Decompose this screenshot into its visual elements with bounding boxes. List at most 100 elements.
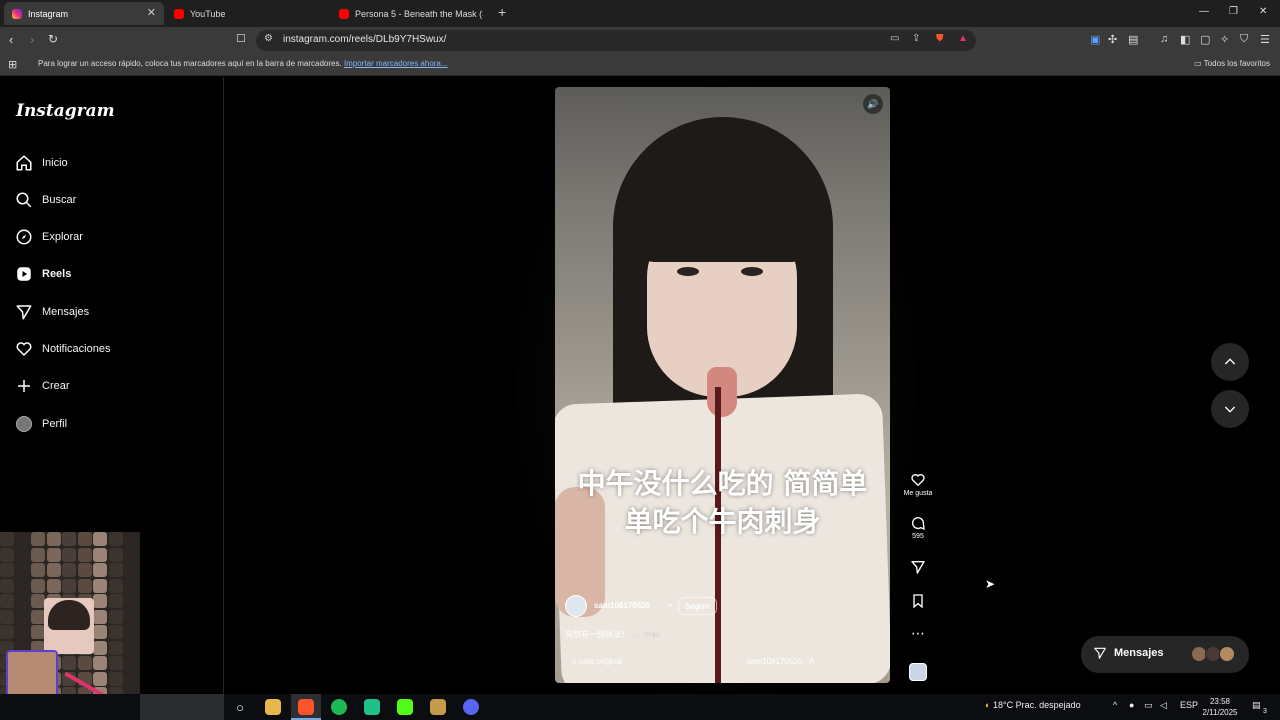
taskbar-search[interactable] [140,694,224,720]
nav-item-buscar[interactable]: Buscar [14,188,76,212]
mosaic-tile [46,547,61,562]
nav-label: Inicio [42,157,68,169]
site-settings-icon[interactable]: ⚙ [264,33,273,44]
reel-description: 突然有一個想法！ ... más [565,629,660,640]
bookmark-icon[interactable]: ☐ [236,32,246,45]
close-window-icon[interactable]: ✕ [1259,6,1267,17]
file-explorer-icon[interactable] [265,699,281,715]
league-icon[interactable] [430,699,446,715]
clock[interactable]: 23:58 2/11/2025 [1200,696,1240,718]
audio-thumbnail[interactable] [909,663,927,681]
minimize-icon[interactable]: — [1199,6,1209,17]
audio-owner: sam108170520 · A [747,657,815,666]
media-icon[interactable]: ♫ [1160,33,1168,45]
kick-icon[interactable] [397,699,413,715]
mouse-cursor-icon: ➤ [985,577,996,591]
reel-video[interactable]: 中午没什么吃的 简简单 单吃个牛肉刺身 🔊 sam108170520 • Seg… [555,87,890,683]
cortana-icon[interactable]: ○ [232,699,248,715]
cast-icon[interactable]: ▭ [890,33,899,44]
nav-item-mensajes[interactable]: Mensajes [14,300,89,324]
import-bookmarks-link[interactable]: Importar marcadores ahora... [344,59,448,68]
mosaic-tile [77,563,92,577]
instagram-logo[interactable]: Instagram [16,101,115,121]
brave-icon[interactable] [298,699,314,715]
volume-icon[interactable]: ◁ [1160,700,1167,711]
comment-count: 595 [912,533,924,540]
language-indicator[interactable]: ESP [1180,700,1198,710]
mosaic-tile [0,594,14,608]
tab-instagram[interactable]: Instagram ✕ [4,2,164,25]
tab-youtube[interactable]: YouTube [166,2,326,25]
forward-icon[interactable]: › [30,32,34,47]
maximize-icon[interactable]: ❐ [1229,6,1238,17]
webcam-overlay [0,532,140,720]
apps-grid-icon[interactable]: ⊞ [8,58,17,71]
microphone-icon[interactable]: ● [1129,700,1134,710]
nav-label: Perfil [42,418,68,430]
previous-reel-button[interactable] [1211,343,1249,381]
bookmarks-bar: ⊞ Para lograr un acceso rápido, coloca t… [0,54,1280,76]
sidebar-icon[interactable]: ◧ [1180,33,1190,46]
weather-widget[interactable]: ◐ 18°C Prac. despejado [985,700,1081,710]
url-input[interactable]: ⚙ instagram.com/reels/DLb9Y7HSwux/ ▭ ⇪ ⛊… [256,30,976,51]
back-icon[interactable]: ‹ [9,32,13,47]
youtube-favicon-icon [174,8,184,19]
mosaic-tile [93,671,107,686]
home-icon [14,153,34,173]
like-button[interactable]: Me gusta [896,472,940,497]
nav-item-explorar[interactable]: Explorar [14,225,83,249]
network-icon[interactable]: ▭ [1144,700,1153,711]
mosaic-tile [77,578,92,593]
comment-button[interactable]: 595 [896,515,940,540]
discord-icon[interactable] [463,699,479,715]
follow-button[interactable]: Seguir [678,597,717,615]
messages-pill[interactable]: Mensajes [1081,636,1249,673]
more-options-button[interactable]: ⋯ [896,625,940,641]
leo-icon[interactable]: ✧ [1220,33,1229,46]
send-icon [896,559,940,575]
nav-item-notificaciones[interactable]: Notificaciones [14,337,110,361]
video-caption: 中午没什么吃的 简简单 单吃个牛肉刺身 [555,465,890,541]
share-icon[interactable]: ⇪ [912,33,920,44]
mosaic-tile [46,578,61,593]
app-icon[interactable] [364,699,380,715]
mosaic-tile [93,609,107,624]
nav-item-reels[interactable]: Reels [14,262,71,286]
brave-shield-icon[interactable]: ⛊ [936,33,944,44]
nav-label: Notificaciones [42,343,111,355]
bookmark-icon [896,593,940,609]
extensions-icon[interactable]: ✣ [1108,33,1117,46]
tray-expand-icon[interactable]: ^ [1113,700,1117,710]
wallet-icon[interactable]: ▤ [1128,33,1138,46]
extension-icon[interactable]: ▣ [1090,33,1100,46]
mosaic-tile [31,578,45,593]
wallet2-icon[interactable]: ▢ [1200,33,1210,46]
volume-icon[interactable]: 🔊 [863,94,883,114]
notifications-icon[interactable]: ▤ [1252,700,1261,711]
more-link[interactable]: ... más [633,630,660,639]
heart-icon [14,339,34,359]
share-button[interactable] [896,559,940,575]
mosaic-tile [62,656,76,670]
nav-item-inicio[interactable]: Inicio [14,151,68,175]
menu-icon[interactable]: ☰ [1260,33,1270,46]
mosaic-tile [0,625,14,639]
author-username[interactable]: sam108170520 [594,601,650,610]
save-button[interactable] [896,593,940,609]
next-reel-button[interactable] [1211,390,1249,428]
close-tab-icon[interactable]: ✕ [147,6,156,19]
vpn-icon[interactable]: ⛉ [1240,33,1248,46]
all-favorites[interactable]: ▭ Todos los favoritos [1194,59,1270,68]
audio-link[interactable]: ♫ udio original [571,657,622,666]
nav-item-crear[interactable]: Crear [14,374,70,398]
reload-icon[interactable]: ↻ [48,32,58,46]
folder-icon: ▭ [1194,59,1202,68]
new-tab-button[interactable]: + [498,4,506,20]
nav-item-perfil[interactable]: Perfil [14,412,67,436]
tab-persona[interactable]: Persona 5 - Beneath the Mask (Sub. [331,2,491,25]
brave-rewards-icon[interactable]: ▲ [958,33,968,44]
spotify-icon[interactable] [331,699,347,715]
tab-bar: Instagram ✕ YouTube Persona 5 - Beneath … [0,0,1280,27]
author-avatar[interactable] [565,595,587,617]
mosaic-tile [31,563,45,577]
